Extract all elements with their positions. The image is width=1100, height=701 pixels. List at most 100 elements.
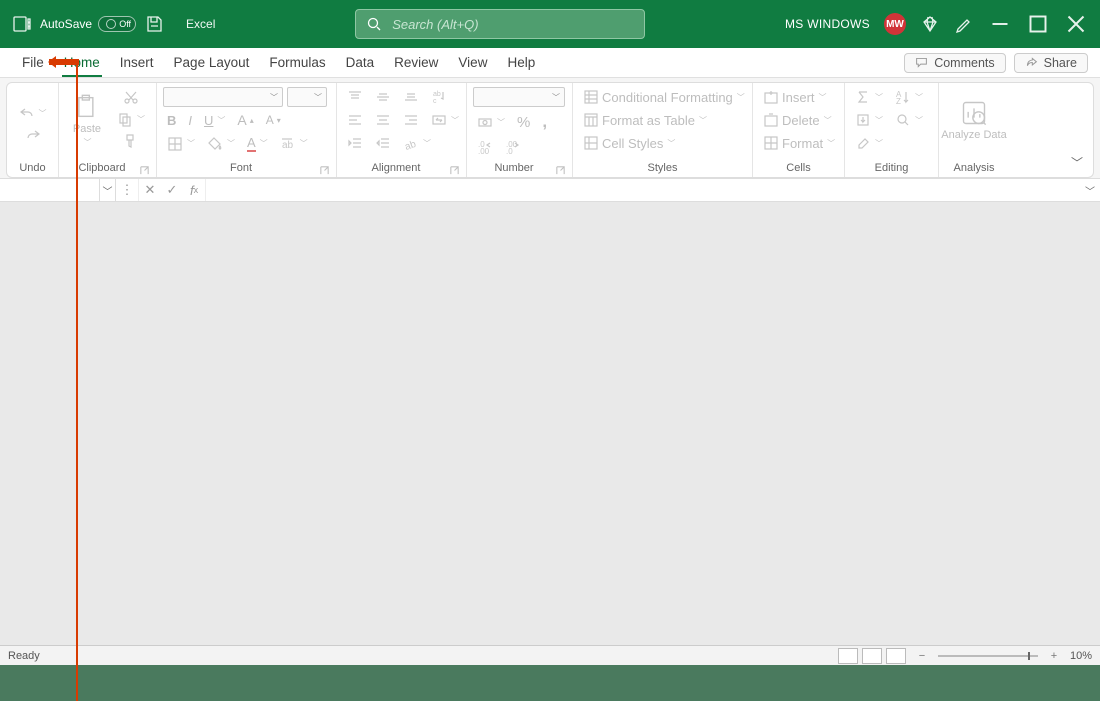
- redo-button[interactable]: [21, 125, 45, 145]
- styles-group-label: Styles: [579, 161, 746, 175]
- clipboard-launcher-icon[interactable]: [139, 163, 150, 174]
- expand-formula-bar-button[interactable]: ﹀: [1080, 179, 1100, 201]
- clear-button[interactable]: ﹀: [851, 133, 887, 153]
- tab-page-layout[interactable]: Page Layout: [164, 48, 260, 77]
- zoom-in-button[interactable]: +: [1048, 650, 1060, 662]
- align-middle-icon: [375, 89, 391, 105]
- fill-color-button[interactable]: ﹀: [203, 134, 239, 154]
- increase-indent-button[interactable]: [371, 133, 395, 153]
- paste-button[interactable]: Paste ﹀: [65, 87, 109, 153]
- tab-data[interactable]: Data: [336, 48, 385, 77]
- comma-button[interactable]: ,: [538, 110, 551, 134]
- zoom-level[interactable]: 10%: [1070, 650, 1092, 662]
- tab-insert[interactable]: Insert: [110, 48, 164, 77]
- maximize-button[interactable]: [1026, 12, 1050, 36]
- analyze-data-button[interactable]: Analyze Data: [944, 87, 1004, 153]
- cancel-formula-button[interactable]: ✕: [139, 179, 161, 201]
- align-left-icon: [347, 112, 363, 128]
- collapse-ribbon-icon[interactable]: ﹀: [1071, 154, 1083, 171]
- autosave-control[interactable]: AutoSave Off: [40, 16, 136, 32]
- phonetic-guide-button[interactable]: ab﹀: [276, 134, 312, 154]
- percent-button[interactable]: %: [513, 112, 534, 133]
- analysis-group-label: Analysis: [945, 161, 1003, 175]
- undo-button[interactable]: ﹀: [15, 103, 51, 123]
- inc-decimal-icon: .0.00: [477, 139, 493, 155]
- avatar[interactable]: MW: [884, 13, 906, 35]
- font-color-button[interactable]: A﹀: [243, 133, 272, 154]
- autosum-button[interactable]: ﹀: [851, 87, 887, 107]
- find-select-button[interactable]: ﹀: [891, 110, 927, 130]
- align-center-button[interactable]: [371, 110, 395, 130]
- number-launcher-icon[interactable]: [555, 163, 566, 174]
- comments-label: Comments: [934, 56, 994, 70]
- decrease-font-button[interactable]: A▾: [262, 111, 285, 129]
- formula-input[interactable]: [206, 179, 1080, 201]
- align-bottom-button[interactable]: [399, 87, 423, 107]
- format-cells-button[interactable]: Format﹀: [759, 133, 839, 153]
- decrease-indent-button[interactable]: [343, 133, 367, 153]
- table-fmt-icon: [583, 112, 599, 128]
- enter-formula-button[interactable]: ✓: [161, 179, 183, 201]
- cond-fmt-icon: [583, 89, 599, 105]
- fill-button[interactable]: ﹀: [851, 110, 887, 130]
- underline-button[interactable]: U﹀: [200, 111, 229, 130]
- formula-bar: ﹀ ⋮ ✕ ✓ fx ﹀: [0, 178, 1100, 202]
- font-name-dropdown[interactable]: ﹀: [163, 87, 283, 107]
- insert-function-button[interactable]: fx: [183, 179, 205, 201]
- orientation-button[interactable]: ab﹀: [399, 133, 435, 153]
- align-top-button[interactable]: [343, 87, 367, 107]
- align-middle-button[interactable]: [371, 87, 395, 107]
- increase-decimal-button[interactable]: .0.00: [473, 137, 497, 157]
- fb-menu-button[interactable]: ⋮: [116, 179, 138, 201]
- copy-button[interactable]: ﹀: [113, 109, 149, 129]
- share-button[interactable]: Share: [1014, 53, 1088, 73]
- bold-button[interactable]: B: [163, 111, 180, 130]
- page-break-view-button[interactable]: [886, 648, 906, 664]
- diamond-icon[interactable]: [920, 14, 940, 34]
- cell-styles-button[interactable]: Cell Styles﹀: [579, 133, 679, 153]
- name-box-dropdown[interactable]: ﹀: [100, 179, 116, 201]
- close-button[interactable]: [1064, 12, 1088, 36]
- increase-font-button[interactable]: A▴: [233, 110, 257, 130]
- tab-help[interactable]: Help: [497, 48, 545, 77]
- autosave-toggle[interactable]: Off: [98, 16, 136, 32]
- cell-styles-label: Cell Styles: [602, 136, 663, 151]
- decrease-decimal-button[interactable]: .00.0: [501, 137, 525, 157]
- search-box[interactable]: Search (Alt+Q): [355, 9, 645, 39]
- align-left-button[interactable]: [343, 110, 367, 130]
- insert-cells-button[interactable]: Insert﹀: [759, 87, 831, 107]
- titlebar-right: MS WINDOWS MW: [785, 12, 1088, 36]
- scissors-icon: [123, 89, 139, 105]
- font-size-dropdown[interactable]: ﹀: [287, 87, 327, 107]
- format-painter-button[interactable]: [113, 131, 149, 151]
- wrap-text-button[interactable]: abc: [427, 87, 451, 107]
- pen-icon[interactable]: [954, 14, 974, 34]
- normal-view-button[interactable]: [838, 648, 858, 664]
- conditional-formatting-button[interactable]: Conditional Formatting﹀: [579, 87, 749, 107]
- italic-button[interactable]: I: [184, 111, 196, 130]
- format-as-table-button[interactable]: Format as Table﹀: [579, 110, 711, 130]
- save-icon[interactable]: [144, 14, 164, 34]
- alignment-launcher-icon[interactable]: [449, 163, 460, 174]
- format-cells-label: Format: [782, 136, 823, 151]
- tab-formulas[interactable]: Formulas: [259, 48, 335, 77]
- comments-button[interactable]: Comments: [904, 53, 1005, 73]
- number-format-dropdown[interactable]: ﹀: [473, 87, 565, 107]
- tab-view[interactable]: View: [448, 48, 497, 77]
- minimize-button[interactable]: [988, 12, 1012, 36]
- sort-filter-button[interactable]: AZ﹀: [891, 87, 927, 107]
- name-box[interactable]: [0, 179, 100, 201]
- page-layout-view-button[interactable]: [862, 648, 882, 664]
- merge-center-button[interactable]: ﹀: [427, 110, 463, 130]
- borders-button[interactable]: ﹀: [163, 134, 199, 154]
- zoom-slider[interactable]: [938, 655, 1038, 657]
- delete-cells-button[interactable]: Delete﹀: [759, 110, 836, 130]
- zoom-out-button[interactable]: −: [916, 650, 928, 662]
- currency-button[interactable]: ﹀: [473, 112, 509, 132]
- align-right-button[interactable]: [399, 110, 423, 130]
- worksheet-area[interactable]: [0, 202, 1100, 645]
- font-launcher-icon[interactable]: [319, 163, 330, 174]
- cut-button[interactable]: [113, 87, 149, 107]
- tab-review[interactable]: Review: [384, 48, 448, 77]
- analyze-data-label: Analyze Data: [941, 129, 1006, 141]
